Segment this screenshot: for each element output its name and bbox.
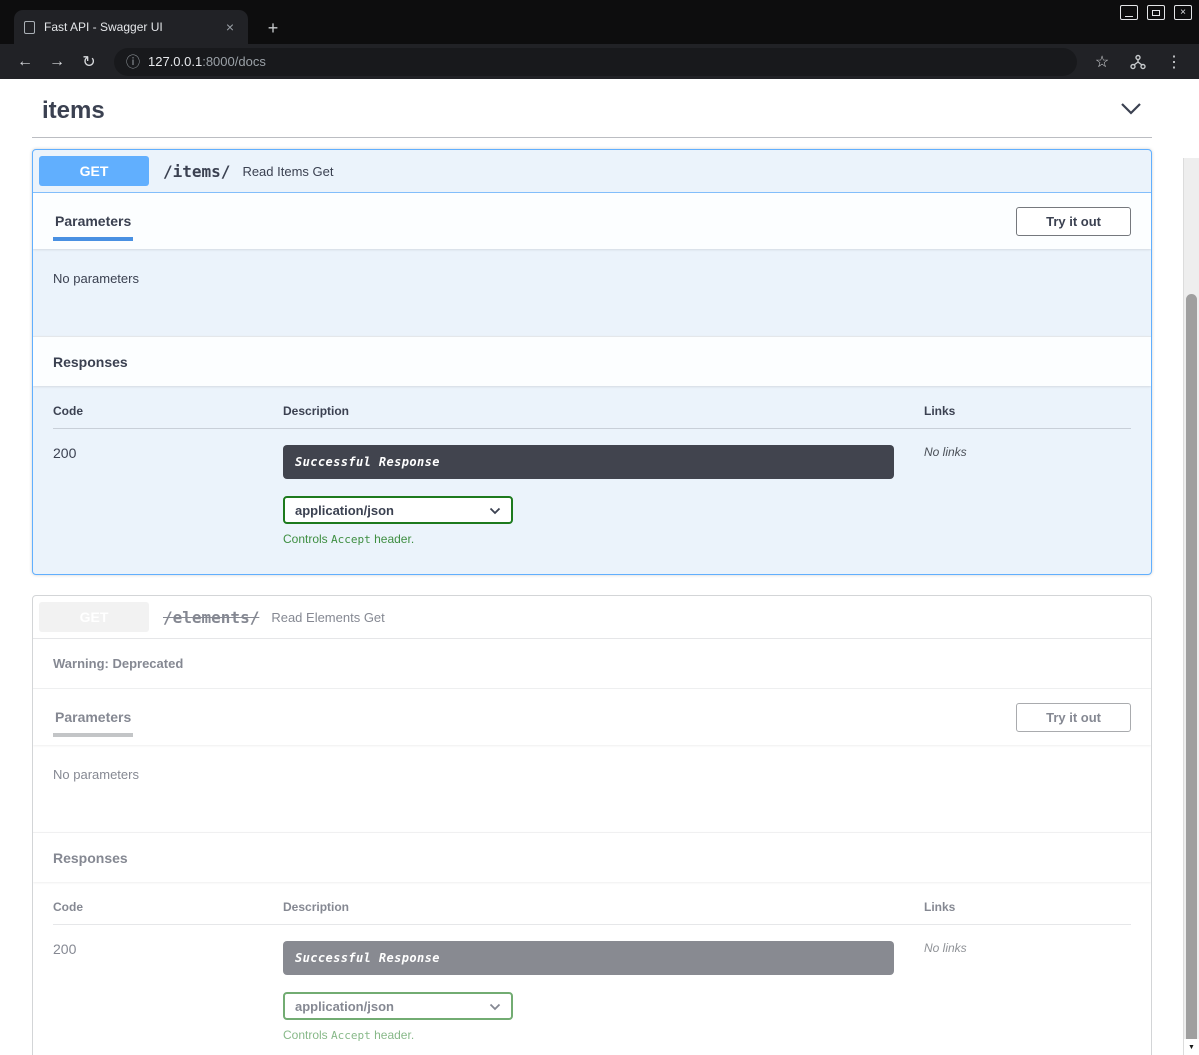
opblock-get-elements-deprecated: GET /elements/ Read Elements Get Warning… bbox=[32, 595, 1152, 1055]
parameters-tab[interactable]: Parameters bbox=[53, 201, 133, 241]
forward-icon[interactable]: → bbox=[42, 48, 72, 76]
toolbar-right-icons: ☆ ⋮ bbox=[1087, 48, 1189, 76]
browser-titlebar: Fast API - Swagger UI × + × bbox=[0, 0, 1199, 44]
response-description-cell: Successful Response application/json Con… bbox=[283, 941, 924, 1042]
responses-table: Code Description Links 200 Successful Re… bbox=[33, 882, 1151, 1055]
tab-close-icon[interactable]: × bbox=[222, 18, 238, 36]
response-description-box: Successful Response bbox=[283, 941, 894, 975]
scrollbar[interactable]: ▼ bbox=[1183, 158, 1199, 1055]
window-maximize-button[interactable] bbox=[1147, 5, 1165, 20]
media-type-value: application/json bbox=[295, 503, 394, 518]
response-description-cell: Successful Response application/json Con… bbox=[283, 445, 924, 546]
swagger-ui: items GET /items/ Read Items Get Paramet… bbox=[32, 79, 1152, 1055]
endpoint-path: /elements/ bbox=[163, 608, 259, 627]
bookmark-star-icon[interactable]: ☆ bbox=[1087, 48, 1117, 76]
col-code-header: Code bbox=[53, 900, 283, 914]
links-value: No links bbox=[924, 445, 1131, 546]
no-parameters-text: No parameters bbox=[33, 249, 1151, 336]
hint-accept-code: Accept bbox=[331, 1029, 371, 1042]
hint-text-after: header. bbox=[371, 1028, 414, 1042]
network-nodes-icon[interactable] bbox=[1123, 48, 1153, 76]
responses-header: Responses bbox=[33, 832, 1151, 882]
responses-title: Responses bbox=[53, 354, 128, 370]
col-links-header: Links bbox=[924, 900, 1131, 914]
try-it-out-button[interactable]: Try it out bbox=[1016, 703, 1131, 732]
endpoint-summary: Read Elements Get bbox=[271, 610, 384, 625]
back-icon[interactable]: ← bbox=[10, 48, 40, 76]
no-parameters-text: No parameters bbox=[33, 745, 1151, 832]
responses-table: Code Description Links 200 Successful Re… bbox=[33, 386, 1151, 574]
responses-header: Responses bbox=[33, 336, 1151, 386]
response-row-200: 200 Successful Response application/json… bbox=[53, 925, 1131, 1042]
response-description-box: Successful Response bbox=[283, 445, 894, 479]
col-code-header: Code bbox=[53, 404, 283, 418]
endpoint-summary: Read Items Get bbox=[242, 164, 333, 179]
scrollbar-thumb[interactable] bbox=[1186, 294, 1197, 1055]
hint-text-before: Controls bbox=[283, 1028, 331, 1042]
browser-tab[interactable]: Fast API - Swagger UI × bbox=[14, 10, 248, 44]
tab-title: Fast API - Swagger UI bbox=[44, 20, 222, 34]
hint-accept-code: Accept bbox=[331, 533, 371, 546]
response-row-200: 200 Successful Response application/json… bbox=[53, 429, 1131, 546]
new-tab-button[interactable]: + bbox=[262, 19, 284, 37]
media-type-select[interactable]: application/json bbox=[283, 992, 513, 1020]
responses-title: Responses bbox=[53, 850, 128, 866]
col-description-header: Description bbox=[283, 404, 924, 418]
minimize-icon bbox=[1125, 16, 1133, 17]
browser-menu-icon[interactable]: ⋮ bbox=[1159, 48, 1189, 76]
maximize-icon bbox=[1152, 10, 1160, 16]
page-content: items GET /items/ Read Items Get Paramet… bbox=[0, 79, 1199, 1055]
select-chevron-down-icon bbox=[489, 503, 501, 518]
page-icon bbox=[24, 21, 35, 34]
opblock-summary[interactable]: GET /elements/ Read Elements Get bbox=[33, 596, 1151, 639]
window-controls: × bbox=[1120, 5, 1192, 20]
hint-text-before: Controls bbox=[283, 532, 331, 546]
parameters-header: Parameters Try it out bbox=[33, 193, 1151, 249]
col-links-header: Links bbox=[924, 404, 1131, 418]
tag-title: items bbox=[42, 97, 105, 125]
reload-icon[interactable]: ↻ bbox=[74, 48, 104, 76]
status-code: 200 bbox=[53, 941, 283, 1042]
tag-section-items[interactable]: items bbox=[32, 89, 1152, 138]
responses-table-header: Code Description Links bbox=[53, 900, 1131, 925]
url-text: 127.0.0.1:8000/docs bbox=[148, 54, 266, 69]
accept-header-hint: Controls Accept header. bbox=[283, 532, 894, 546]
window-close-button[interactable]: × bbox=[1174, 5, 1192, 20]
parameters-header: Parameters Try it out bbox=[33, 689, 1151, 745]
status-code: 200 bbox=[53, 445, 283, 546]
media-type-value: application/json bbox=[295, 999, 394, 1014]
deprecated-warning: Warning: Deprecated bbox=[33, 639, 1151, 689]
opblock-get-items: GET /items/ Read Items Get Parameters Tr… bbox=[32, 149, 1152, 575]
http-method-badge: GET bbox=[39, 602, 149, 632]
media-type-select[interactable]: application/json bbox=[283, 496, 513, 524]
window-minimize-button[interactable] bbox=[1120, 5, 1138, 20]
http-method-badge: GET bbox=[39, 156, 149, 186]
url-path: :8000/docs bbox=[202, 54, 266, 69]
opblock-summary[interactable]: GET /items/ Read Items Get bbox=[33, 150, 1151, 193]
try-it-out-button[interactable]: Try it out bbox=[1016, 207, 1131, 236]
responses-table-header: Code Description Links bbox=[53, 404, 1131, 429]
url-host: 127.0.0.1 bbox=[148, 54, 202, 69]
section-chevron-down-icon[interactable] bbox=[1120, 102, 1142, 120]
scroll-down-button[interactable]: ▼ bbox=[1184, 1039, 1199, 1055]
links-value: No links bbox=[924, 941, 1131, 1042]
browser-toolbar: ← → ↻ ⓘ 127.0.0.1:8000/docs ☆ ⋮ bbox=[0, 44, 1199, 79]
hint-text-after: header. bbox=[371, 532, 414, 546]
endpoint-path: /items/ bbox=[163, 162, 230, 181]
parameters-tab[interactable]: Parameters bbox=[53, 697, 133, 737]
col-description-header: Description bbox=[283, 900, 924, 914]
select-chevron-down-icon bbox=[489, 999, 501, 1014]
accept-header-hint: Controls Accept header. bbox=[283, 1028, 894, 1042]
address-bar[interactable]: ⓘ 127.0.0.1:8000/docs bbox=[114, 48, 1077, 76]
site-info-icon[interactable]: ⓘ bbox=[126, 52, 140, 72]
